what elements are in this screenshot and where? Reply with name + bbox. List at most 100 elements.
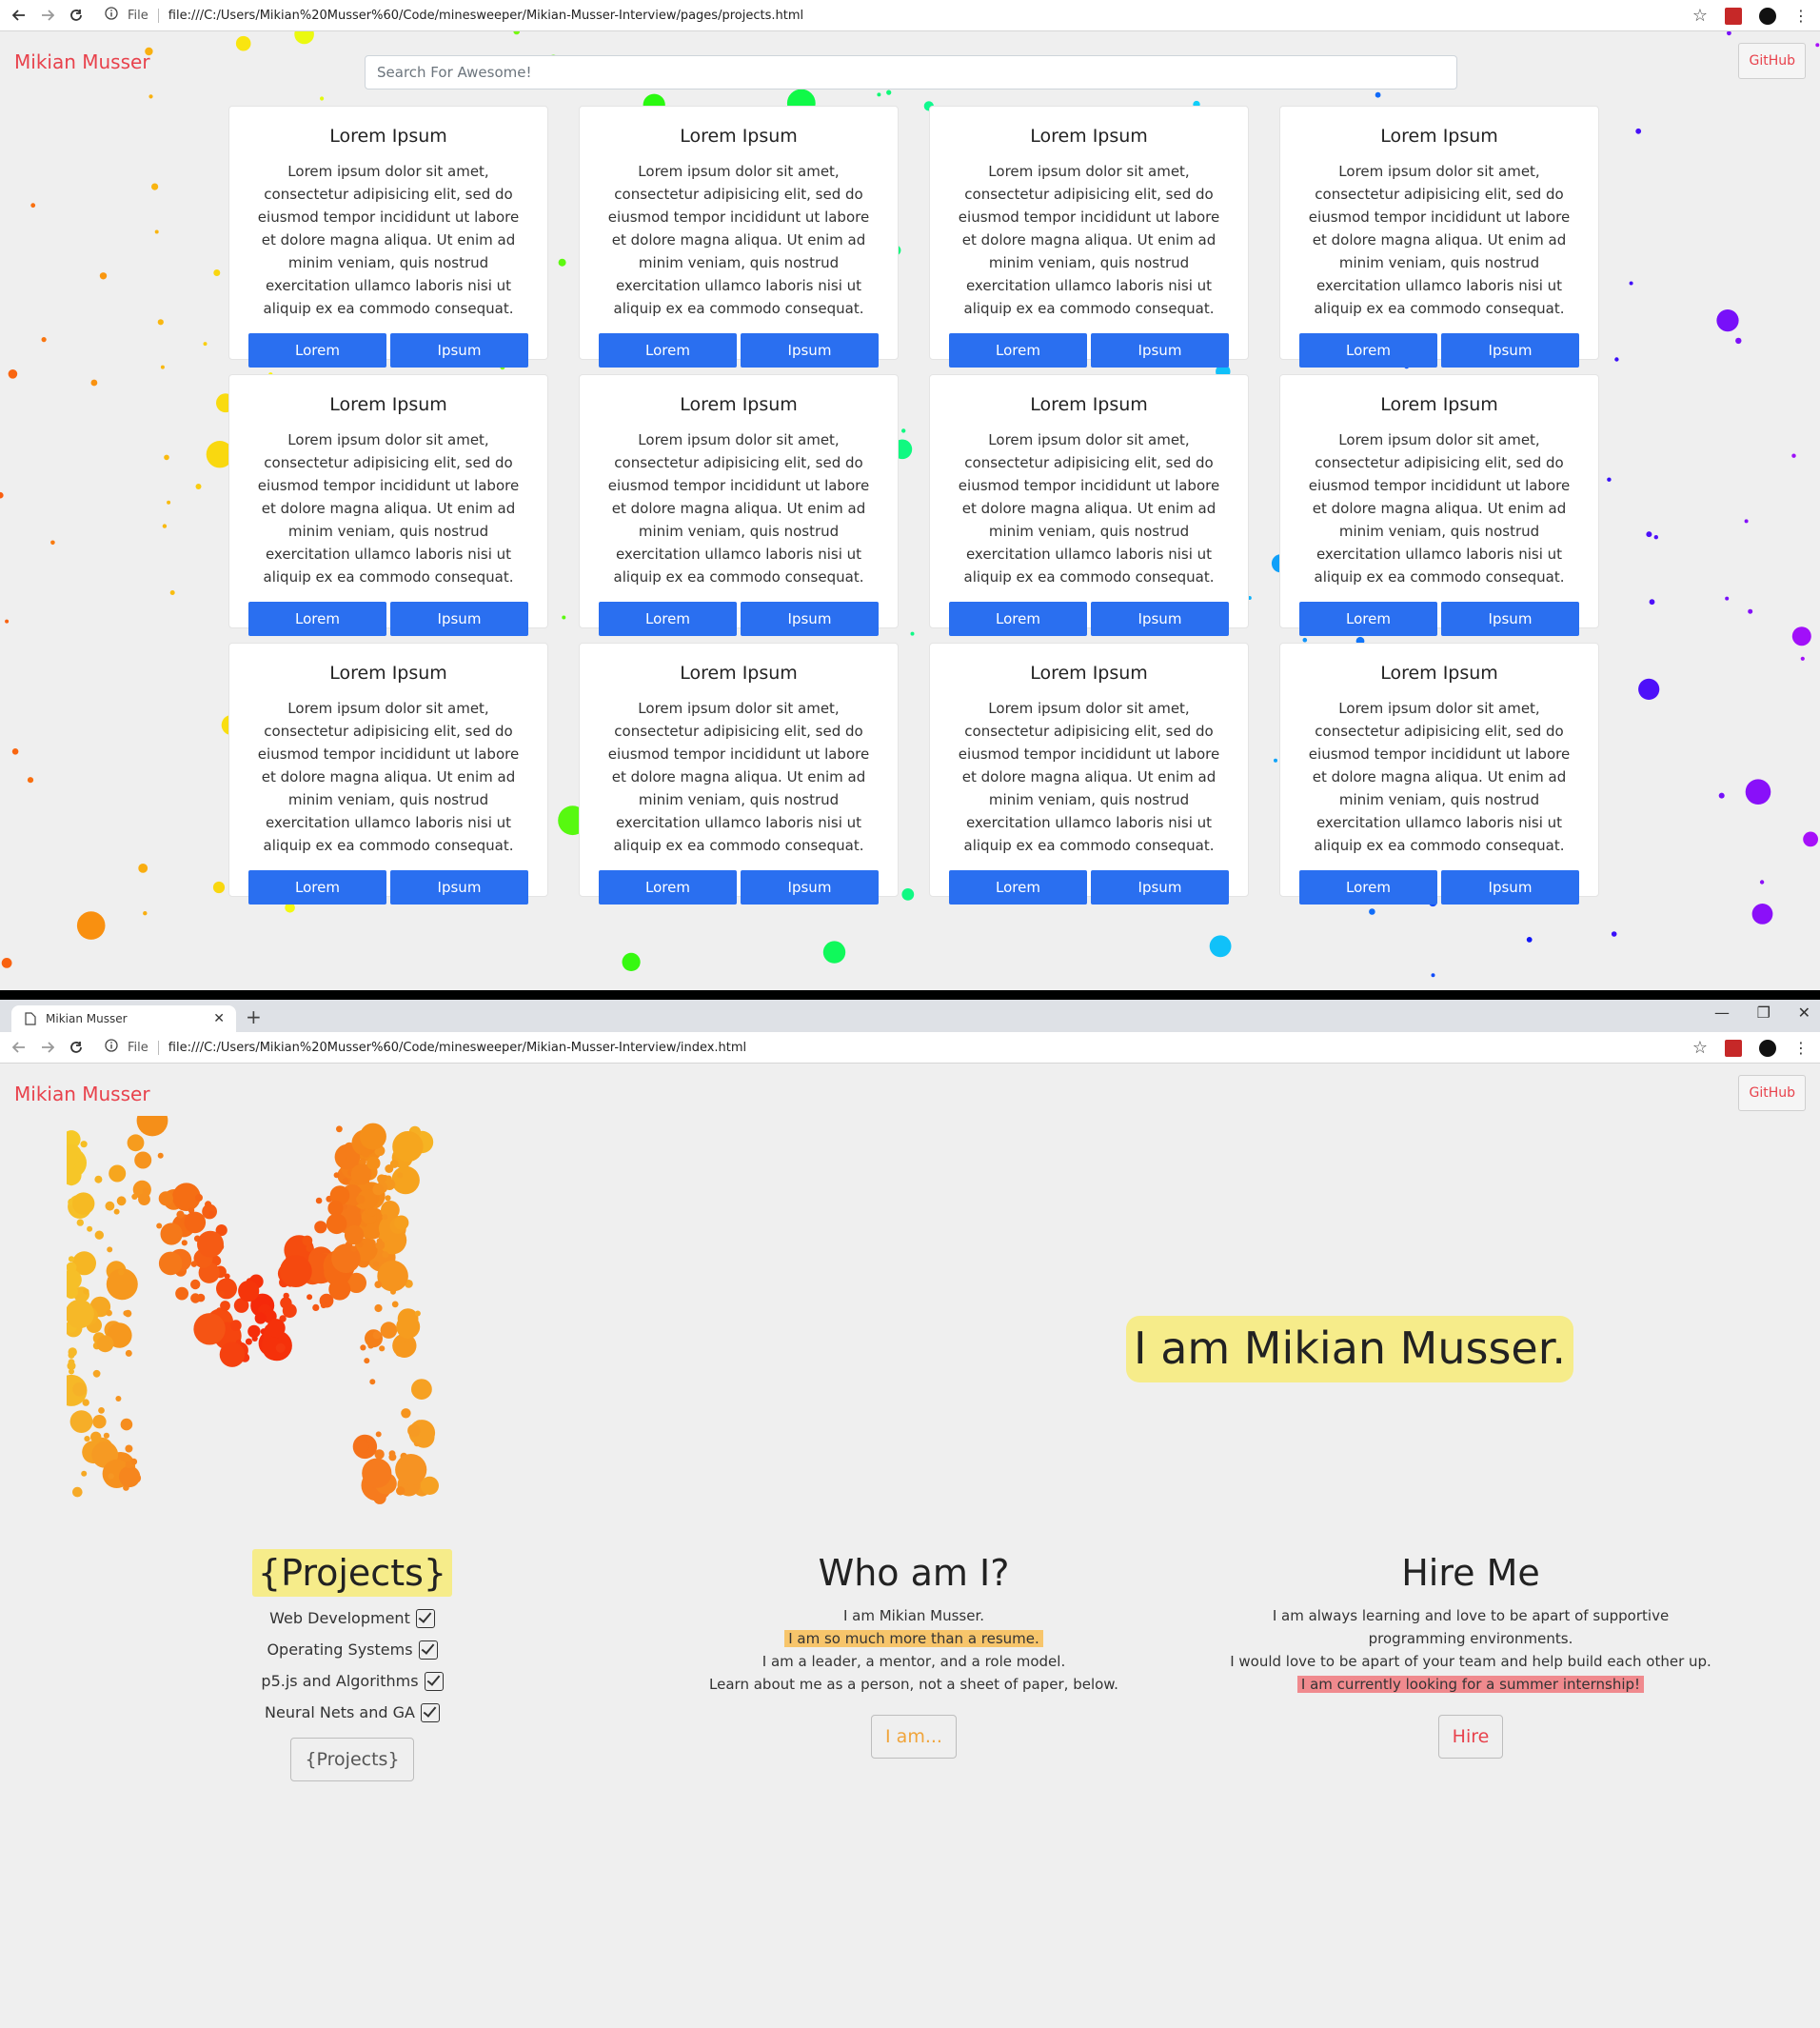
list-item-label: p5.js and Algorithms bbox=[261, 1672, 419, 1690]
card-ipsum-button[interactable]: Ipsum bbox=[1441, 333, 1579, 368]
restore-icon[interactable]: ❐ bbox=[1757, 1004, 1771, 1022]
forward-arrow-icon[interactable] bbox=[38, 6, 57, 25]
particle-dot bbox=[5, 619, 10, 624]
card-buttons: Lorem Ipsum bbox=[1299, 870, 1579, 905]
star-icon[interactable]: ☆ bbox=[1692, 6, 1708, 26]
card-lorem-button[interactable]: Lorem bbox=[1299, 602, 1437, 636]
list-item: Web Development bbox=[209, 1602, 495, 1634]
card-lorem-button[interactable]: Lorem bbox=[599, 870, 737, 905]
card-ipsum-button[interactable]: Ipsum bbox=[741, 870, 879, 905]
hire-button[interactable]: Hire bbox=[1437, 1715, 1504, 1759]
card-text: Lorem ipsum dolor sit amet, consectetur … bbox=[958, 431, 1220, 586]
card-lorem-button[interactable]: Lorem bbox=[1299, 870, 1437, 905]
card-ipsum-button[interactable]: Ipsum bbox=[1091, 602, 1229, 636]
hire-line-2: I would love to be apart of your team an… bbox=[1230, 1653, 1711, 1670]
card-buttons: Lorem Ipsum bbox=[599, 870, 879, 905]
particle-dot bbox=[1748, 608, 1753, 614]
project-card: Lorem Ipsum Lorem ipsum dolor sit amet, c… bbox=[228, 643, 548, 905]
logo-dot bbox=[245, 1338, 252, 1345]
browser-window-projects: File file:///C:/Users/Mikian%20Musser%60… bbox=[0, 0, 1820, 990]
logo-dot bbox=[254, 1312, 267, 1324]
card-ipsum-button[interactable]: Ipsum bbox=[390, 602, 528, 636]
logo-dot bbox=[69, 1410, 93, 1433]
logo-dot bbox=[106, 1309, 112, 1317]
brand-link[interactable]: Mikian Musser bbox=[14, 1083, 150, 1105]
logo-dot bbox=[369, 1379, 376, 1385]
card-text: Lorem ipsum dolor sit amet, consectetur … bbox=[607, 700, 870, 854]
address-bar[interactable]: File file:///C:/Users/Mikian%20Musser%60… bbox=[105, 1035, 1715, 1060]
logo-dot bbox=[420, 1476, 439, 1495]
card-title: Lorem Ipsum bbox=[680, 126, 798, 147]
browser-window-index: Mikian Musser ✕ + — ❐ ✕ File file:///C:/… bbox=[0, 1000, 1820, 2028]
forward-arrow-icon[interactable] bbox=[38, 1038, 57, 1057]
card-text: Lorem ipsum dolor sit amet, consectetur … bbox=[257, 700, 520, 854]
card-ipsum-button[interactable]: Ipsum bbox=[1091, 870, 1229, 905]
particle-dot bbox=[151, 183, 159, 190]
profile-avatar[interactable] bbox=[1759, 7, 1776, 25]
card-ipsum-button[interactable]: Ipsum bbox=[390, 333, 528, 368]
kebab-menu-icon[interactable]: ⋮ bbox=[1793, 1040, 1809, 1055]
star-icon[interactable]: ☆ bbox=[1692, 1038, 1708, 1058]
close-icon[interactable]: ✕ bbox=[213, 1011, 225, 1026]
particle-dot bbox=[162, 524, 168, 528]
card-lorem-button[interactable]: Lorem bbox=[949, 602, 1087, 636]
hero-heading: I am Mikian Musser. bbox=[1126, 1316, 1574, 1382]
card-ipsum-button[interactable]: Ipsum bbox=[1091, 333, 1229, 368]
profile-avatar[interactable] bbox=[1759, 1039, 1776, 1057]
card-title: Lorem Ipsum bbox=[1030, 126, 1148, 147]
i-am-button[interactable]: I am... bbox=[871, 1715, 957, 1759]
back-arrow-icon[interactable] bbox=[10, 6, 29, 25]
particle-dot bbox=[143, 911, 148, 916]
card-text: Lorem ipsum dolor sit amet, consectetur … bbox=[607, 431, 870, 586]
minimize-icon[interactable]: — bbox=[1714, 1004, 1730, 1022]
card-ipsum-button[interactable]: Ipsum bbox=[741, 333, 879, 368]
logo-dot bbox=[407, 1423, 421, 1438]
card-lorem-button[interactable]: Lorem bbox=[599, 333, 737, 368]
particle-dot bbox=[1735, 337, 1742, 345]
project-card: Lorem Ipsum Lorem ipsum dolor sit amet, c… bbox=[579, 106, 899, 368]
logo-dot bbox=[415, 1436, 424, 1444]
reload-icon[interactable] bbox=[67, 6, 86, 25]
projects-button[interactable]: {Projects} bbox=[290, 1738, 414, 1781]
card-text: Lorem ipsum dolor sit amet, consectetur … bbox=[1308, 163, 1571, 317]
particle-dot bbox=[1375, 91, 1381, 98]
browser-toolbar: File file:///C:/Users/Mikian%20Musser%60… bbox=[0, 1032, 1820, 1064]
card-lorem-button[interactable]: Lorem bbox=[248, 333, 386, 368]
card-ipsum-button[interactable]: Ipsum bbox=[390, 870, 528, 905]
search-input[interactable] bbox=[365, 55, 1457, 89]
particle-dot bbox=[11, 748, 19, 755]
extension-icon[interactable] bbox=[1725, 1039, 1742, 1057]
particle-dot bbox=[1718, 792, 1725, 799]
logo-dot bbox=[195, 1193, 203, 1202]
extension-icon[interactable] bbox=[1725, 7, 1742, 25]
info-icon[interactable] bbox=[105, 7, 118, 24]
card-ipsum-button[interactable]: Ipsum bbox=[741, 602, 879, 636]
card-lorem-button[interactable]: Lorem bbox=[949, 333, 1087, 368]
card-ipsum-button[interactable]: Ipsum bbox=[1441, 602, 1579, 636]
card-lorem-button[interactable]: Lorem bbox=[1299, 333, 1437, 368]
new-tab-button[interactable]: + bbox=[246, 1005, 262, 1028]
card-title: Lorem Ipsum bbox=[680, 663, 798, 684]
card-lorem-button[interactable]: Lorem bbox=[248, 870, 386, 905]
card-lorem-button[interactable]: Lorem bbox=[248, 602, 386, 636]
logo-dot bbox=[105, 1201, 115, 1211]
address-bar[interactable]: File file:///C:/Users/Mikian%20Musser%60… bbox=[105, 3, 1715, 28]
projects-list: Web Development Operating Systems p5.js … bbox=[209, 1602, 495, 1728]
card-lorem-button[interactable]: Lorem bbox=[949, 870, 1087, 905]
kebab-menu-icon[interactable]: ⋮ bbox=[1793, 8, 1809, 23]
github-button[interactable]: GitHub bbox=[1738, 1075, 1806, 1111]
back-arrow-icon[interactable] bbox=[10, 1038, 29, 1057]
card-ipsum-button[interactable]: Ipsum bbox=[1441, 870, 1579, 905]
reload-icon[interactable] bbox=[67, 1038, 86, 1057]
url-text[interactable]: file:///C:/Users/Mikian%20Musser%60/Code… bbox=[168, 1041, 746, 1055]
browser-tab[interactable]: Mikian Musser ✕ bbox=[11, 1005, 236, 1032]
particle-dot bbox=[164, 454, 169, 461]
window-close-icon[interactable]: ✕ bbox=[1798, 1004, 1810, 1022]
info-icon[interactable] bbox=[105, 1039, 118, 1056]
brand-link[interactable]: Mikian Musser bbox=[14, 50, 150, 73]
card-lorem-button[interactable]: Lorem bbox=[599, 602, 737, 636]
particle-dot bbox=[1815, 43, 1820, 48]
url-text[interactable]: file:///C:/Users/Mikian%20Musser%60/Code… bbox=[168, 9, 803, 23]
github-button[interactable]: GitHub bbox=[1738, 43, 1806, 79]
logo-dot bbox=[193, 1313, 226, 1345]
